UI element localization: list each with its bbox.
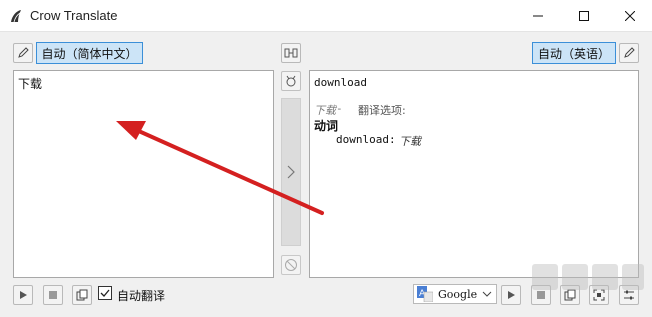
entry-translation: 下载 bbox=[399, 135, 421, 148]
sliders-icon bbox=[624, 290, 634, 300]
stop-translation-button[interactable] bbox=[531, 285, 551, 305]
edit-source-language-button[interactable] bbox=[13, 43, 33, 63]
play-source-button[interactable] bbox=[13, 285, 33, 305]
copy-source-button[interactable] bbox=[72, 285, 92, 305]
checkmark-icon bbox=[100, 289, 110, 297]
stop-icon bbox=[537, 291, 545, 299]
play-translation-button[interactable] bbox=[501, 285, 521, 305]
entry-term: download: bbox=[336, 133, 396, 146]
engine-label: Google bbox=[438, 287, 478, 301]
window-title: Crow Translate bbox=[30, 8, 118, 23]
settings-button[interactable] bbox=[619, 285, 639, 305]
edit-target-language-button[interactable] bbox=[619, 43, 639, 63]
part-of-speech: 动词 bbox=[314, 119, 339, 133]
minimize-icon bbox=[533, 15, 543, 17]
swap-languages-button[interactable] bbox=[281, 43, 301, 63]
copy-icon bbox=[564, 289, 576, 301]
auto-translate-checkbox[interactable] bbox=[98, 286, 112, 300]
cancel-icon bbox=[285, 259, 297, 271]
copy-icon bbox=[76, 289, 88, 301]
abort-button[interactable] bbox=[281, 255, 301, 275]
minimize-button[interactable] bbox=[515, 0, 561, 32]
close-button[interactable] bbox=[607, 0, 652, 32]
play-icon bbox=[20, 291, 27, 299]
maximize-icon bbox=[579, 11, 589, 21]
title-bar: Crow Translate bbox=[0, 0, 652, 32]
source-language-button[interactable]: 自动（简体中文） bbox=[36, 42, 143, 64]
engine-select[interactable]: A Google bbox=[413, 284, 497, 304]
translate-engine-icon: A bbox=[416, 285, 434, 303]
copy-all-button[interactable] bbox=[281, 71, 301, 91]
screenshot-icon bbox=[593, 289, 605, 301]
chevron-right-icon bbox=[287, 165, 295, 179]
options-label: 翻译选项: bbox=[358, 104, 406, 117]
source-text-area[interactable]: 下载 bbox=[13, 70, 274, 278]
translate-button[interactable] bbox=[281, 98, 301, 246]
maximize-button[interactable] bbox=[561, 0, 607, 32]
screen-ocr-button[interactable] bbox=[589, 285, 609, 305]
stop-source-button[interactable] bbox=[43, 285, 63, 305]
translation-text-area[interactable]: download 下载 - 翻译选项: 动词 download: 下载 bbox=[309, 70, 639, 278]
translation-word: download bbox=[314, 76, 367, 89]
broom-icon bbox=[286, 75, 296, 87]
swap-icon bbox=[284, 48, 298, 58]
auto-translate-label: 自动翻译 bbox=[117, 289, 166, 303]
options-word: 下载 bbox=[314, 104, 336, 117]
stop-icon bbox=[49, 291, 57, 299]
source-text: 下载 bbox=[18, 77, 43, 91]
pencil-icon bbox=[18, 47, 29, 58]
close-icon bbox=[625, 11, 635, 21]
pencil-icon bbox=[624, 47, 635, 58]
copy-translation-button[interactable] bbox=[560, 285, 580, 305]
target-language-button[interactable]: 自动（英语） bbox=[532, 42, 616, 64]
crow-app-icon bbox=[11, 10, 21, 23]
options-separator: - bbox=[336, 102, 343, 115]
play-icon bbox=[508, 291, 515, 299]
chevron-down-icon bbox=[482, 291, 492, 297]
